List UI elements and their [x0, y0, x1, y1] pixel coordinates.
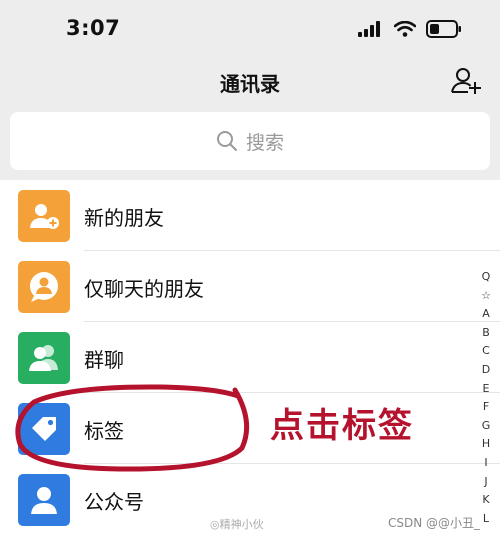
- add-person-icon: [30, 204, 59, 229]
- list-item-label: 标签: [84, 419, 124, 443]
- alphabet-index-bar[interactable]: Q ☆ A B C D E F G H I J K L: [478, 268, 494, 528]
- list-item-new-friends[interactable]: 新的朋友: [0, 180, 500, 251]
- weibo-watermark: ◎精神小伙: [210, 518, 264, 531]
- group-chats-icon-box: [18, 332, 70, 384]
- status-icons: [358, 20, 462, 38]
- status-time: 3:07: [66, 16, 121, 40]
- index-letter[interactable]: D: [482, 361, 490, 380]
- index-letter[interactable]: K: [482, 491, 489, 510]
- index-letter[interactable]: G: [482, 417, 491, 436]
- index-letter[interactable]: A: [482, 305, 490, 324]
- tags-icon-box: [18, 403, 70, 455]
- index-letter[interactable]: F: [483, 398, 489, 417]
- list-item-label: 群聊: [84, 348, 124, 372]
- cellular-signal-icon: [358, 21, 380, 37]
- list-item-label: 仅聊天的朋友: [84, 277, 204, 301]
- battery-icon: [426, 20, 461, 38]
- chat-person-icon: [30, 272, 58, 302]
- wechat-contacts-screen: 3:07 通讯录 搜索 新的朋友 仅聊天的朋友 群聊 标签 公众号 Q ☆ A …: [0, 0, 500, 536]
- index-letter[interactable]: I: [484, 454, 487, 473]
- list-item-group-chats[interactable]: 群聊: [0, 322, 500, 393]
- index-letter[interactable]: C: [482, 342, 490, 361]
- list-item-label: 新的朋友: [84, 206, 164, 230]
- add-person-icon: [451, 68, 481, 94]
- index-star-icon[interactable]: ☆: [481, 287, 491, 306]
- list-item-label: 公众号: [84, 490, 144, 514]
- search-input[interactable]: 搜索: [10, 112, 490, 170]
- index-letter[interactable]: B: [482, 324, 490, 343]
- nav-bar: 通讯录: [0, 56, 500, 106]
- index-letter[interactable]: L: [483, 510, 489, 529]
- add-friend-button[interactable]: [450, 64, 482, 96]
- list-item-chat-only-friends[interactable]: 仅聊天的朋友: [0, 251, 500, 322]
- official-accounts-icon-box: [18, 474, 70, 526]
- group-icon: [29, 345, 58, 371]
- index-letter[interactable]: H: [482, 435, 490, 454]
- new-friends-icon-box: [18, 190, 70, 242]
- tag-icon: [32, 417, 56, 441]
- status-bar: 3:07: [0, 0, 500, 56]
- wifi-icon: [394, 21, 416, 37]
- index-letter[interactable]: J: [484, 473, 487, 492]
- search-placeholder: 搜索: [245, 131, 284, 154]
- search-icon: [216, 131, 237, 151]
- chat-only-icon-box: [18, 261, 70, 313]
- list-item-tags[interactable]: 标签: [0, 393, 500, 464]
- index-search-icon[interactable]: Q: [482, 268, 491, 287]
- annotation-text: 点击标签: [270, 406, 414, 446]
- official-account-icon: [31, 487, 57, 514]
- contacts-function-list: 新的朋友 仅聊天的朋友 群聊 标签 公众号: [0, 180, 500, 536]
- page-title: 通讯录: [220, 72, 280, 96]
- csdn-watermark: CSDN @@小丑_: [388, 516, 481, 530]
- index-letter[interactable]: E: [483, 380, 490, 399]
